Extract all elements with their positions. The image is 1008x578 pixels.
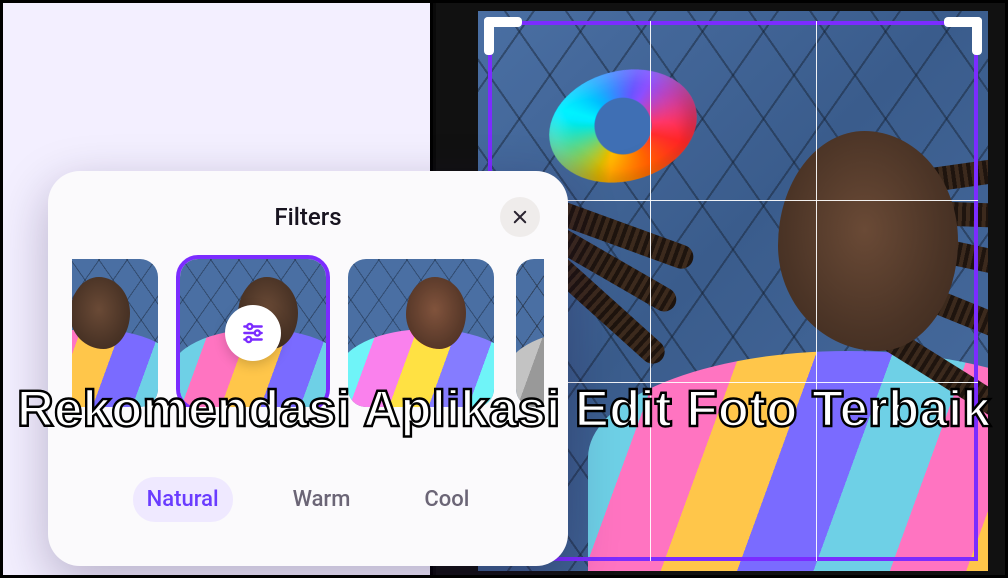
crop-handle-top-left[interactable]	[484, 17, 528, 61]
sliders-icon	[240, 320, 266, 346]
filters-title: Filters	[116, 203, 500, 231]
tab-warm[interactable]: Warm	[279, 477, 365, 522]
grid-line	[816, 21, 817, 561]
grid-line	[650, 21, 651, 561]
adjust-badge[interactable]	[225, 305, 281, 361]
filter-thumbnails	[72, 255, 544, 407]
filter-category-tabs: Natural Warm Cool	[72, 477, 544, 522]
filters-panel: Filters	[48, 171, 568, 566]
filter-thumbnail[interactable]	[516, 259, 544, 407]
close-icon	[511, 208, 529, 226]
tab-cool[interactable]: Cool	[410, 477, 483, 522]
filter-thumbnail-selected[interactable]	[180, 259, 326, 407]
close-button[interactable]	[500, 197, 540, 237]
filter-thumbnail[interactable]	[348, 259, 494, 407]
crop-handle-top-right[interactable]	[938, 17, 982, 61]
filter-thumbnail[interactable]	[72, 259, 158, 407]
tab-natural[interactable]: Natural	[133, 477, 233, 522]
stage: Filters	[3, 3, 1005, 575]
